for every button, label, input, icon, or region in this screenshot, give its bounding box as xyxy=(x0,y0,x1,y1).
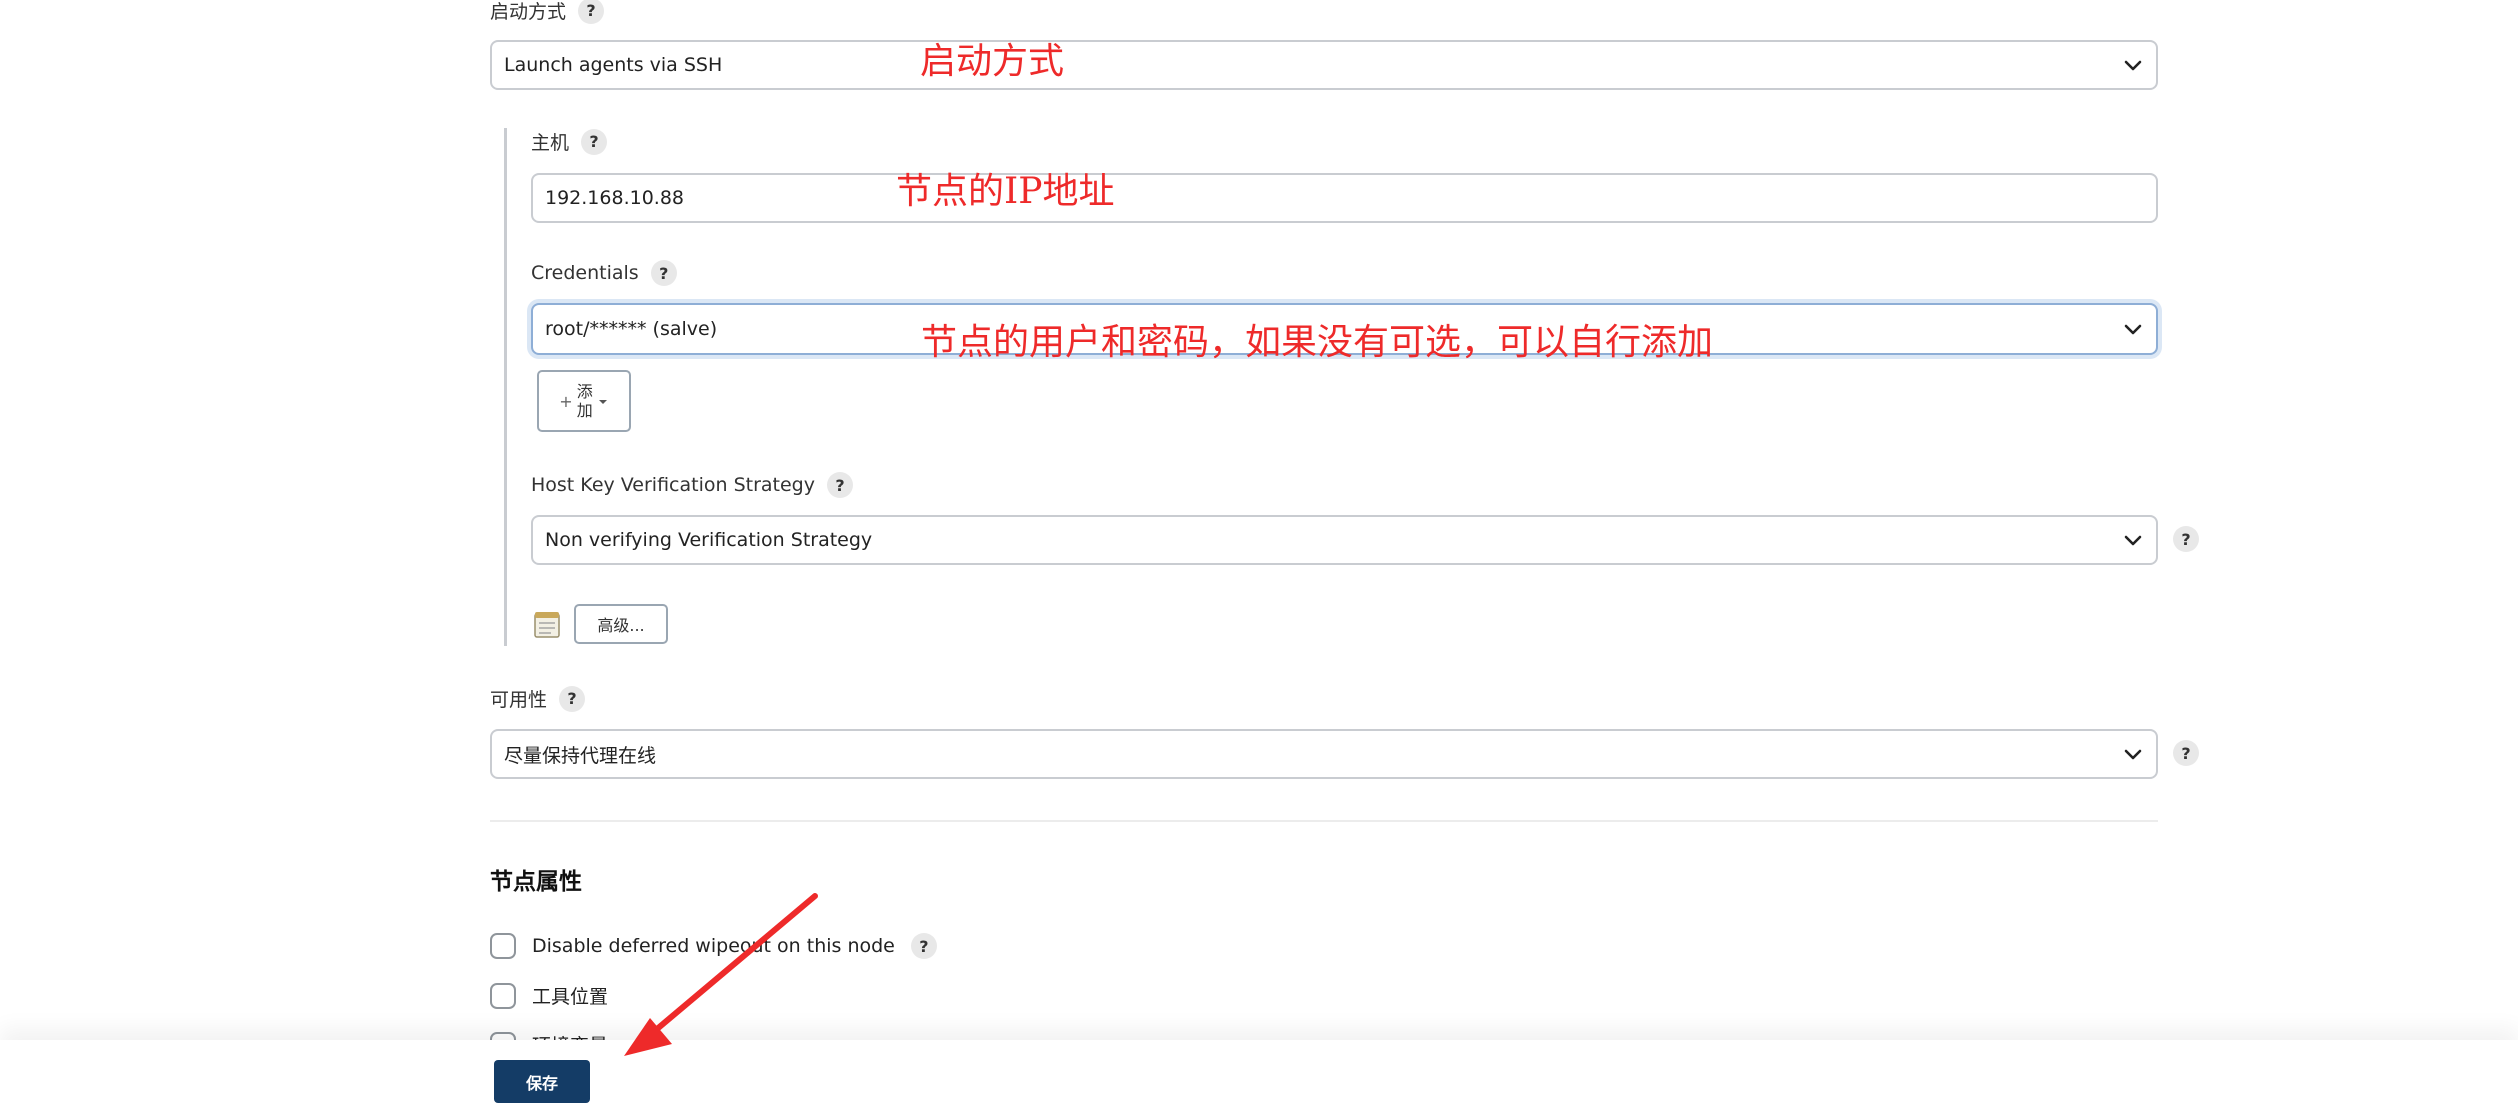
red-arrow-annotation xyxy=(624,893,818,1056)
